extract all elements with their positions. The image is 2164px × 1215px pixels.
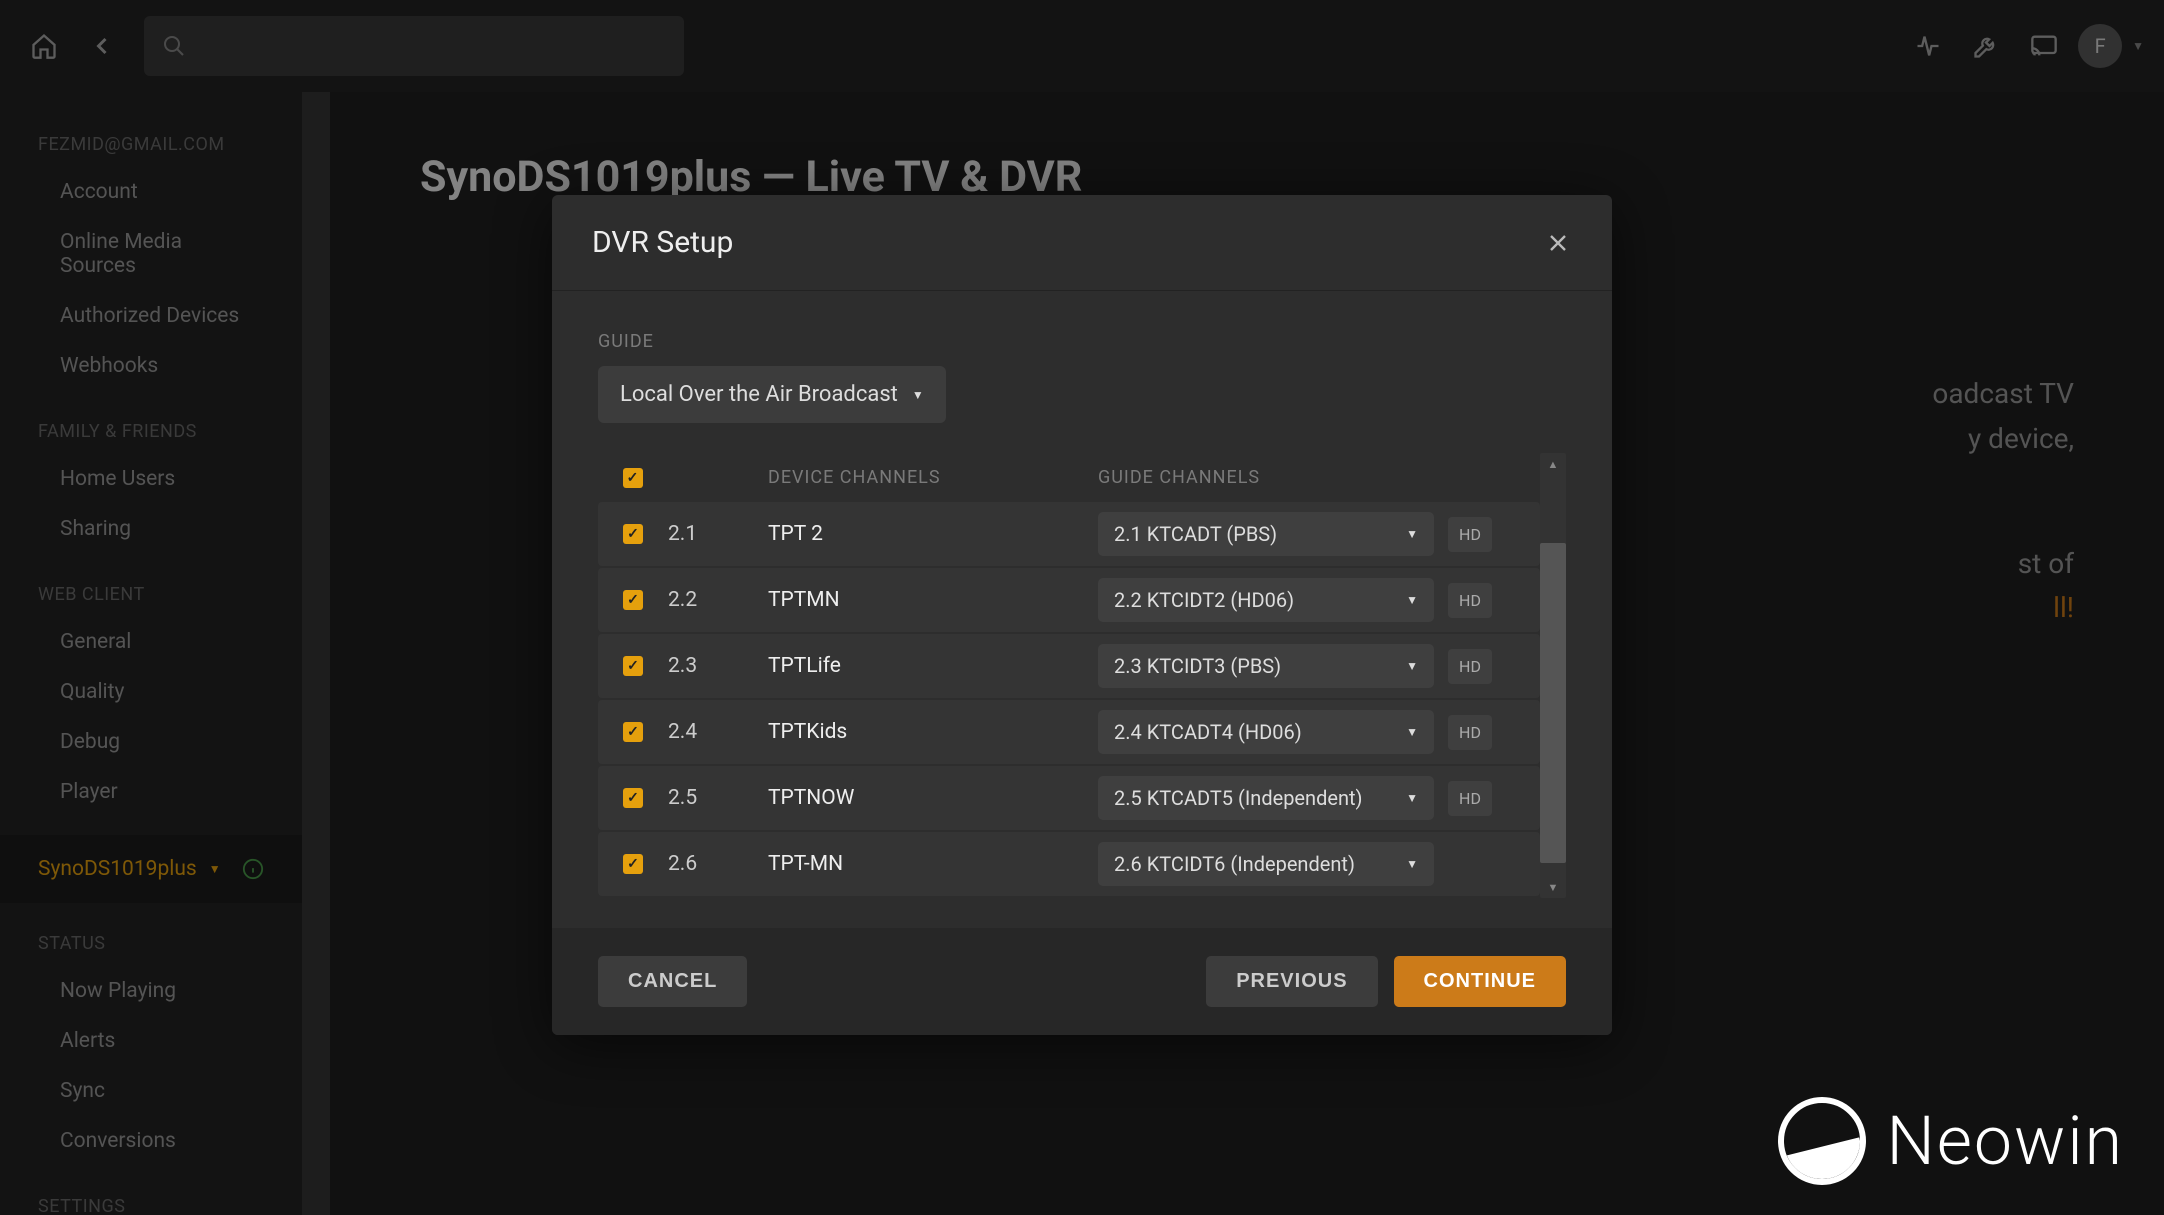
close-icon [1544,229,1572,257]
scroll-down-icon[interactable]: ▼ [1540,876,1566,898]
table-row: ✓ 2.3 TPTLife 2.3 KTCIDT3 (PBS) ▼ HD [598,634,1540,698]
guide-channel-select[interactable]: 2.2 KTCIDT2 (HD06) ▼ [1098,578,1434,622]
channel-number: 2.3 [668,654,768,678]
table-row: ✓ 2.4 TPTKids 2.4 KTCADT4 (HD06) ▼ HD [598,700,1540,764]
channel-name: TPT-MN [768,852,1098,876]
row-checkbox[interactable]: ✓ [623,656,643,676]
row-checkbox[interactable]: ✓ [623,854,643,874]
watermark-text: Neowin [1886,1101,2124,1181]
scrollbar-thumb[interactable] [1540,543,1566,863]
select-all-checkbox[interactable]: ✓ [623,468,643,488]
table-scrollbar[interactable]: ▲ ▼ [1540,453,1566,898]
guide-channel-value: 2.4 KTCADT4 (HD06) [1114,720,1302,744]
guide-channel-select[interactable]: 2.5 KTCADT5 (Independent) ▼ [1098,776,1434,820]
dvr-setup-modal: DVR Setup GUIDE Local Over the Air Broad… [552,195,1612,1035]
col-guide-channels: GUIDE CHANNELS [1098,467,1448,488]
table-row: ✓ 2.1 TPT 2 2.1 KTCADT (PBS) ▼ HD [598,502,1540,566]
hd-badge: HD [1448,583,1492,618]
channel-number: 2.5 [668,786,768,810]
hd-badge: HD [1448,517,1492,552]
channel-number: 2.1 [668,522,768,546]
watermark: Neowin [1778,1097,2124,1185]
channel-name: TPTNOW [768,786,1098,810]
table-row: ✓ 2.2 TPTMN 2.2 KTCIDT2 (HD06) ▼ HD [598,568,1540,632]
guide-channel-value: 2.6 KTCIDT6 (Independent) [1114,852,1355,876]
row-checkbox[interactable]: ✓ [623,590,643,610]
guide-channel-value: 2.3 KTCIDT3 (PBS) [1114,654,1281,678]
guide-label: GUIDE [598,331,1566,352]
channel-number: 2.2 [668,588,768,612]
channel-number: 2.4 [668,720,768,744]
channel-name: TPTKids [768,720,1098,744]
chevron-down-icon: ▼ [912,388,924,402]
modal-title: DVR Setup [592,225,733,260]
chevron-down-icon: ▼ [1406,791,1418,805]
close-button[interactable] [1544,229,1572,257]
guide-channel-select[interactable]: 2.4 KTCADT4 (HD06) ▼ [1098,710,1434,754]
chevron-down-icon: ▼ [1406,593,1418,607]
col-device-channels: DEVICE CHANNELS [768,467,1098,488]
channel-name: TPTLife [768,654,1098,678]
previous-button[interactable]: PREVIOUS [1206,956,1377,1007]
row-checkbox[interactable]: ✓ [623,524,643,544]
guide-channel-select[interactable]: 2.3 KTCIDT3 (PBS) ▼ [1098,644,1434,688]
chevron-down-icon: ▼ [1406,857,1418,871]
guide-channel-select[interactable]: 2.1 KTCADT (PBS) ▼ [1098,512,1434,556]
hd-badge: HD [1448,649,1492,684]
channel-name: TPT 2 [768,522,1098,546]
table-row: ✓ 2.5 TPTNOW 2.5 KTCADT5 (Independent) ▼… [598,766,1540,830]
channel-number: 2.6 [668,852,768,876]
channels-table: ✓ DEVICE CHANNELS GUIDE CHANNELS ✓ 2.1 T… [598,453,1540,898]
guide-select-value: Local Over the Air Broadcast [620,382,898,407]
continue-button[interactable]: CONTINUE [1394,956,1566,1007]
channel-name: TPTMN [768,588,1098,612]
guide-channel-value: 2.1 KTCADT (PBS) [1114,522,1277,546]
chevron-down-icon: ▼ [1406,527,1418,541]
modal-overlay: DVR Setup GUIDE Local Over the Air Broad… [0,0,2164,1215]
cancel-button[interactable]: CANCEL [598,956,747,1007]
table-row: ✓ 2.6 TPT-MN 2.6 KTCIDT6 (Independent) ▼ [598,832,1540,896]
hd-badge: HD [1448,781,1492,816]
table-header: ✓ DEVICE CHANNELS GUIDE CHANNELS [598,453,1540,502]
hd-badge: HD [1448,715,1492,750]
guide-select[interactable]: Local Over the Air Broadcast ▼ [598,366,946,423]
chevron-down-icon: ▼ [1406,659,1418,673]
row-checkbox[interactable]: ✓ [623,788,643,808]
guide-channel-value: 2.2 KTCIDT2 (HD06) [1114,588,1294,612]
row-checkbox[interactable]: ✓ [623,722,643,742]
guide-channel-select[interactable]: 2.6 KTCIDT6 (Independent) ▼ [1098,842,1434,886]
guide-channel-value: 2.5 KTCADT5 (Independent) [1114,786,1363,810]
watermark-logo-icon [1778,1097,1866,1185]
chevron-down-icon: ▼ [1406,725,1418,739]
scroll-up-icon[interactable]: ▲ [1540,453,1566,475]
